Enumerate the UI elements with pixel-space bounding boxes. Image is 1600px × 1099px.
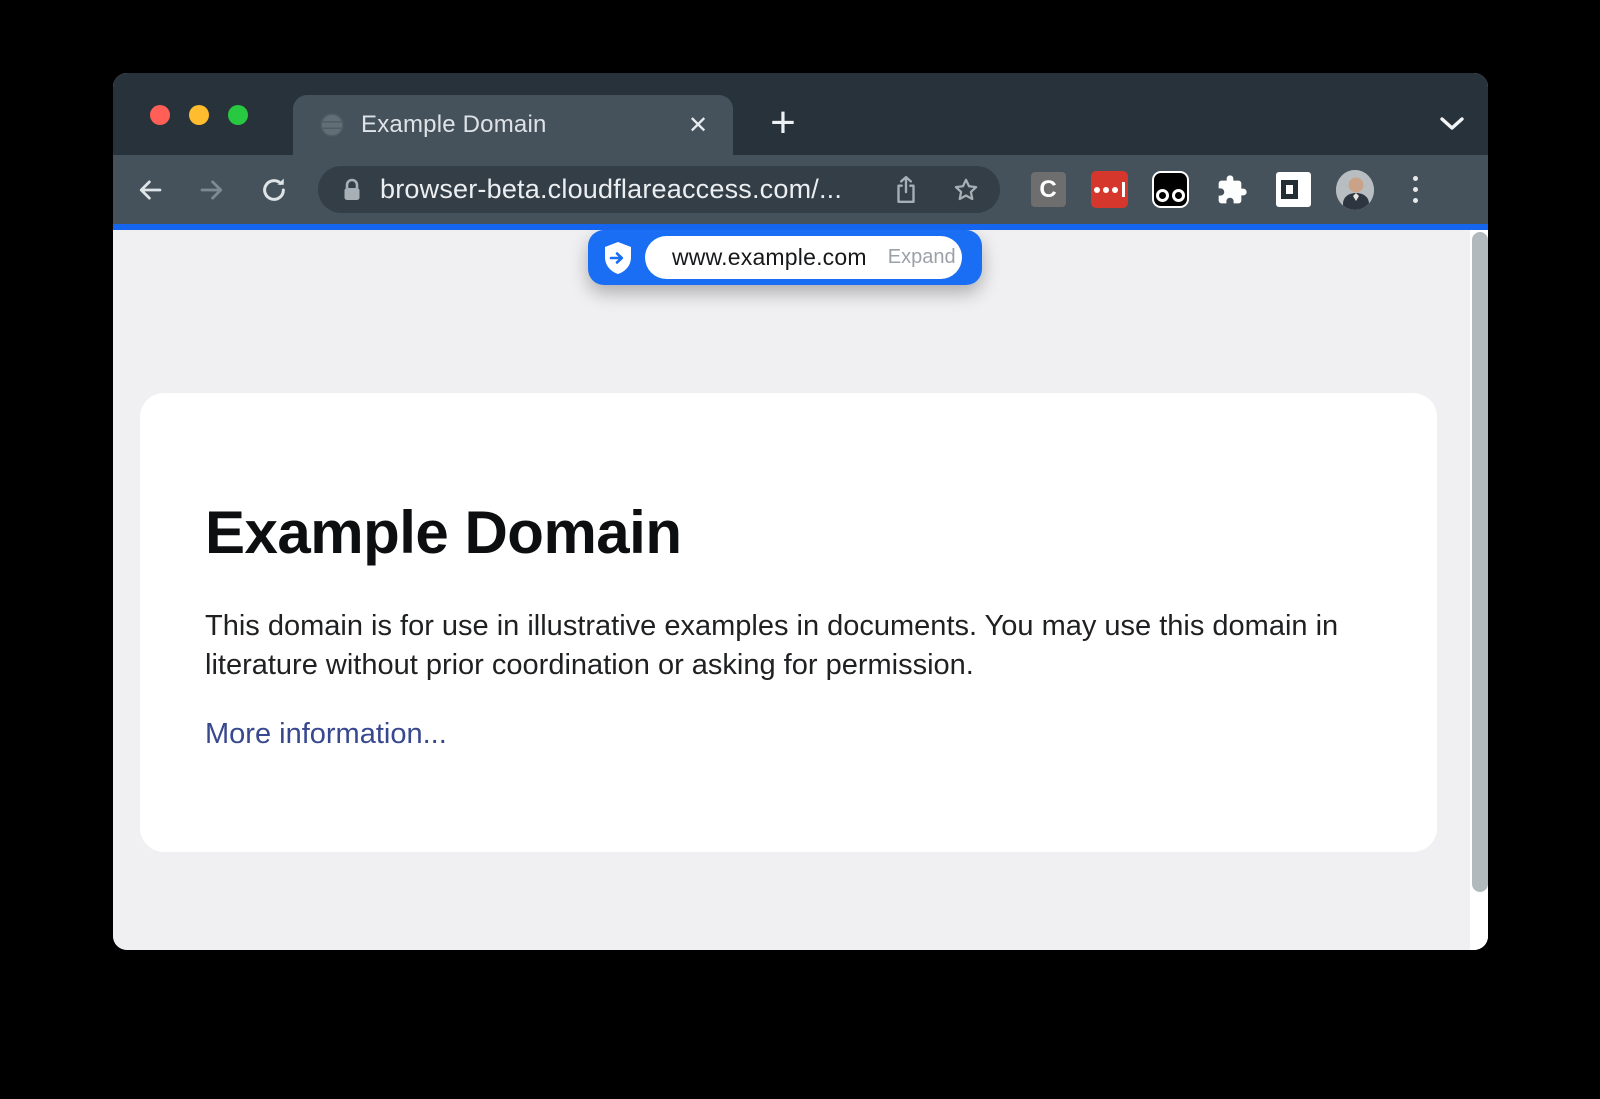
shield-icon	[603, 241, 633, 275]
zoom-window-button[interactable]	[228, 105, 248, 125]
close-window-button[interactable]	[150, 105, 170, 125]
browser-menu-icon[interactable]	[1397, 171, 1435, 209]
new-tab-button[interactable]: +	[757, 97, 809, 149]
isolated-hostname: www.example.com	[672, 244, 867, 271]
goggles-extension-icon[interactable]	[1152, 171, 1190, 209]
share-icon[interactable]	[886, 170, 926, 210]
browser-toolbar: browser-beta.cloudflareaccess.com/... C	[113, 155, 1488, 224]
minimize-window-button[interactable]	[189, 105, 209, 125]
c-extension-icon[interactable]: C	[1029, 171, 1067, 209]
reload-button[interactable]	[255, 171, 293, 209]
back-button[interactable]	[131, 171, 169, 209]
lastpass-extension-icon[interactable]	[1090, 171, 1128, 209]
extensions-row: C	[1029, 155, 1435, 224]
expand-button[interactable]: Expand	[888, 246, 956, 269]
profile-avatar[interactable]	[1336, 171, 1374, 209]
browser-window: Example Domain ✕ +	[113, 73, 1488, 950]
more-information-link[interactable]: More information...	[205, 718, 447, 751]
url-text: browser-beta.cloudflareaccess.com/...	[380, 174, 886, 205]
scrollbar-thumb[interactable]	[1472, 232, 1488, 892]
content-card: Example Domain This domain is for use in…	[140, 393, 1437, 852]
bookmark-star-icon[interactable]	[946, 170, 986, 210]
page-title: Example Domain	[205, 498, 1437, 567]
lock-icon	[342, 178, 362, 202]
page-body-text: This domain is for use in illustrative e…	[205, 607, 1355, 685]
window-controls	[150, 105, 248, 125]
tab-strip: Example Domain ✕ +	[113, 73, 1488, 155]
page-viewport: www.example.com Expand Example Domain Th…	[113, 230, 1488, 950]
isolation-url-pill[interactable]: www.example.com Expand	[588, 230, 982, 285]
white-square-extension-icon[interactable]	[1274, 171, 1312, 209]
tab-example-domain[interactable]: Example Domain ✕	[293, 95, 733, 155]
extensions-puzzle-icon[interactable]	[1213, 171, 1251, 209]
forward-button[interactable]	[193, 171, 231, 209]
globe-favicon-icon	[319, 112, 345, 138]
isolation-url-field: www.example.com Expand	[645, 236, 962, 279]
tab-title: Example Domain	[361, 111, 681, 139]
tab-close-icon[interactable]: ✕	[681, 108, 715, 142]
tab-search-chevron-icon[interactable]	[1429, 101, 1475, 147]
address-bar[interactable]: browser-beta.cloudflareaccess.com/...	[318, 166, 1000, 213]
